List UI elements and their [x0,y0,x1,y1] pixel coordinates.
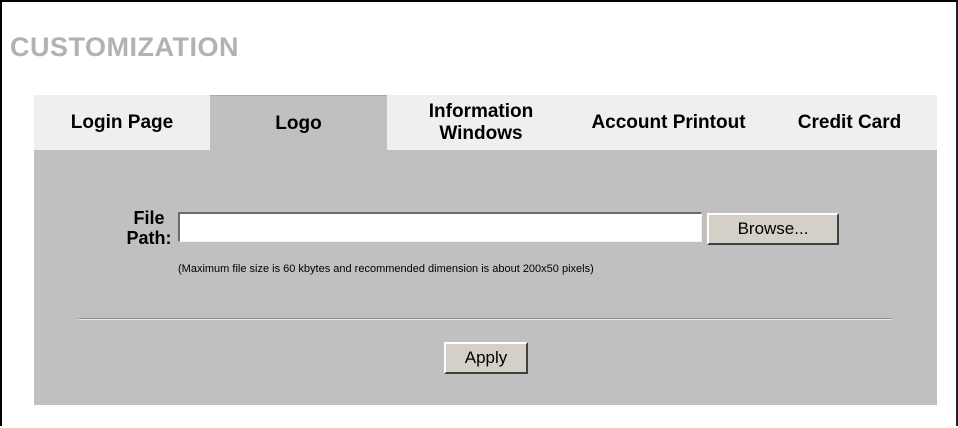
page-title: CUSTOMIZATION [10,32,239,62]
tab-bar: Login Page Logo Information Windows Acco… [34,95,937,151]
tab-login-page[interactable]: Login Page [34,95,210,150]
tab-account-printout[interactable]: Account Printout [575,95,762,150]
window-frame: CUSTOMIZATION Login Page Logo Informatio… [0,0,958,426]
tab-label: Credit Card [797,111,902,133]
tab-logo[interactable]: Logo [210,95,387,151]
tab-label: Information Windows [428,100,534,144]
apply-button[interactable]: Apply [444,342,528,374]
file-size-hint: (Maximum file size is 60 kbytes and reco… [178,263,594,275]
file-path-input[interactable] [178,212,702,242]
tab-label: Login Page [70,111,174,133]
divider [79,318,891,320]
tab-information-windows[interactable]: Information Windows [387,95,575,150]
tab-label: Logo [275,112,322,134]
logo-settings-panel: File Path: Browse... (Maximum file size … [34,150,937,405]
file-path-label: File Path: [126,208,172,248]
tab-label: Account Printout [591,111,746,133]
tab-credit-card[interactable]: Credit Card [762,95,937,150]
browse-button[interactable]: Browse... [707,213,839,245]
